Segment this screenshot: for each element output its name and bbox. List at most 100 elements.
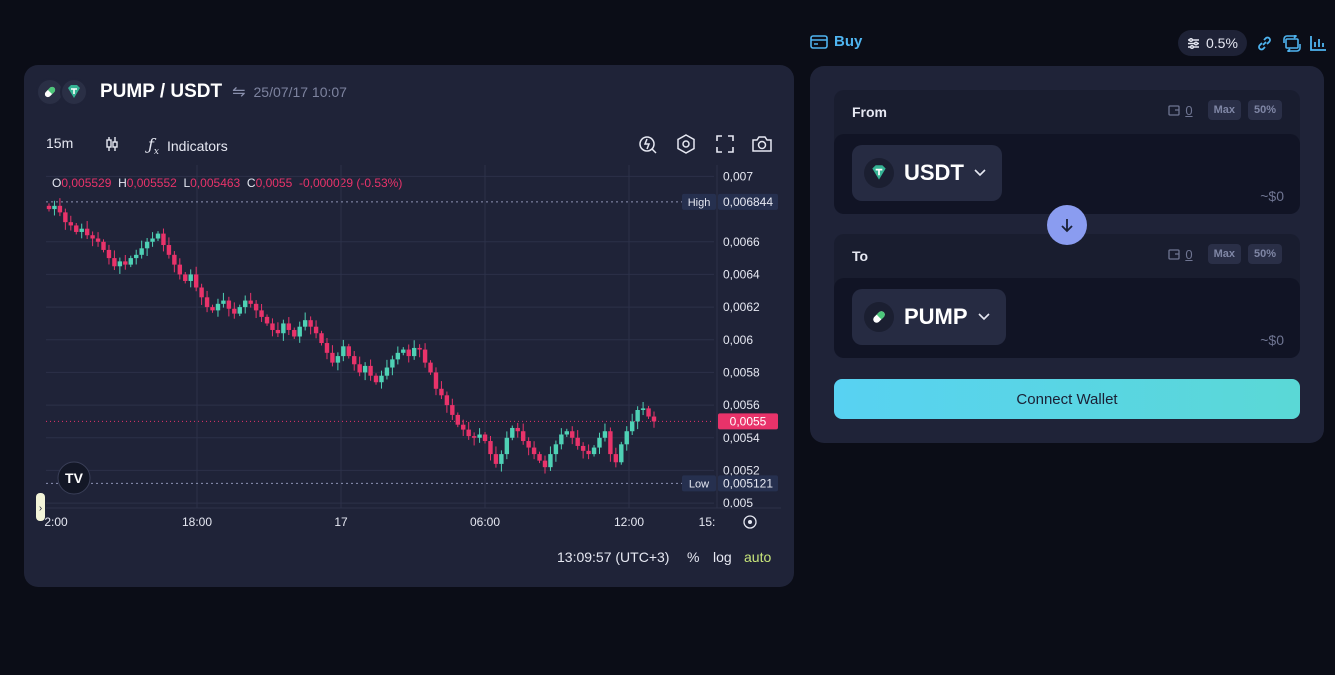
y-tick-label: 0,0056 (723, 398, 760, 412)
candle-body (346, 346, 351, 357)
candle-body (161, 233, 166, 246)
candle-body (597, 437, 602, 448)
candle-body (199, 287, 204, 298)
candle-body (237, 307, 242, 314)
slippage-value: 0.5% (1206, 35, 1238, 51)
candle-body (286, 323, 292, 330)
candle-body (79, 228, 84, 232)
candle-body (150, 238, 155, 242)
from-balance-value[interactable]: 0 (1185, 103, 1192, 118)
to-input-area[interactable]: PUMP ~$0 (834, 278, 1300, 358)
chart-clock: 13:09:57 (UTC+3) (557, 549, 670, 565)
candle-body (482, 434, 488, 442)
tradingview-logo-icon: TV (65, 470, 84, 486)
candle-body (90, 235, 95, 239)
candle-body (183, 274, 188, 281)
candle-body (319, 333, 324, 344)
from-token-select[interactable]: USDT (852, 145, 1002, 201)
candle-body (591, 447, 597, 455)
candle-body (95, 238, 101, 242)
to-token-select[interactable]: PUMP (852, 289, 1006, 345)
candle-body (384, 367, 390, 376)
x-tick-label: 12:00 (614, 515, 644, 529)
refresh-icon[interactable] (1283, 34, 1301, 52)
to-max-button[interactable]: Max (1207, 244, 1241, 264)
candle-body (548, 454, 553, 468)
buy-link[interactable]: Buy (810, 33, 862, 50)
candle-body (46, 205, 52, 210)
candle-body (155, 233, 161, 239)
candle-body (466, 429, 471, 437)
candle-body (401, 349, 406, 353)
candle-body (629, 421, 635, 432)
low-tag: Low (689, 478, 709, 490)
candle-body (243, 300, 248, 308)
to-half-button[interactable]: 50% (1247, 244, 1282, 264)
to-label: To (852, 248, 869, 264)
candle-body (504, 437, 510, 455)
candle-body (57, 205, 63, 213)
candle-body (488, 441, 493, 455)
candle-body (281, 323, 286, 334)
candle-body (264, 316, 270, 324)
candle-body (292, 329, 297, 337)
flip-direction-button[interactable] (1047, 205, 1087, 245)
from-input-area[interactable]: USDT ~$0 (834, 134, 1300, 214)
candle-body (362, 365, 368, 373)
candle-body (422, 349, 428, 363)
price-chart[interactable]: 0,007 0,0066 0,0064 0,0062 0,006 0,0058 0,0056… (24, 65, 794, 587)
buy-label: Buy (834, 33, 863, 50)
candle-body (335, 356, 341, 363)
candle-body (395, 352, 401, 360)
candle-body (144, 241, 150, 249)
candle-body (613, 454, 619, 463)
from-max-button[interactable]: Max (1207, 100, 1241, 120)
candle-body (444, 395, 450, 406)
from-box: From 0 Max 50% USDT ~$0 (834, 90, 1300, 214)
candle-body (210, 307, 215, 311)
log-toggle[interactable]: log (713, 549, 732, 565)
axis-settings-icon-dot (748, 520, 752, 524)
chevron-down-icon (977, 313, 990, 321)
candle-body (134, 254, 139, 259)
high-tag: High (688, 197, 711, 209)
candle-body (542, 460, 548, 468)
candle-body (646, 408, 651, 417)
candle-body (215, 303, 221, 311)
to-usd-value: ~$0 (1260, 332, 1284, 348)
x-tick-label: 18:00 (182, 515, 212, 529)
to-balance: 0 Max 50% (1168, 244, 1282, 264)
chart-card: PUMP / USDT ⇋ 25/07/17 10:07 15m ƒx Indi… (24, 65, 794, 587)
candle-body (602, 431, 608, 438)
candle-body (390, 359, 395, 368)
y-tick-label: 0,0064 (723, 267, 760, 281)
candle-body (166, 245, 172, 255)
chart-bars-icon[interactable] (1310, 34, 1328, 52)
y-tick-label: 0,0054 (723, 431, 760, 445)
candle-body (526, 441, 531, 448)
link-icon[interactable] (1256, 34, 1274, 52)
y-tick-label: 0,0058 (723, 365, 760, 379)
candle-body (313, 326, 319, 334)
auto-toggle[interactable]: auto (744, 549, 771, 565)
from-usd-value: ~$0 (1260, 188, 1284, 204)
candle-body (411, 347, 417, 357)
candle-body (188, 274, 193, 281)
slippage-button[interactable]: 0.5% (1178, 30, 1247, 56)
candle-body (499, 454, 504, 464)
connect-wallet-button[interactable]: Connect Wallet (834, 379, 1300, 419)
candle-body (248, 300, 253, 304)
candle-body (112, 258, 117, 267)
candle-body (302, 320, 308, 327)
candle-body (373, 375, 379, 383)
candle-body (204, 297, 210, 308)
candle-body (368, 365, 373, 376)
x-tick-label: 06:00 (470, 515, 500, 529)
percent-toggle[interactable]: % (687, 549, 699, 565)
candle-body (510, 427, 515, 438)
from-half-button[interactable]: 50% (1247, 100, 1282, 120)
candle-body (330, 352, 335, 363)
candle-body (640, 408, 646, 410)
to-balance-value[interactable]: 0 (1185, 247, 1192, 262)
candle-body (221, 300, 226, 304)
